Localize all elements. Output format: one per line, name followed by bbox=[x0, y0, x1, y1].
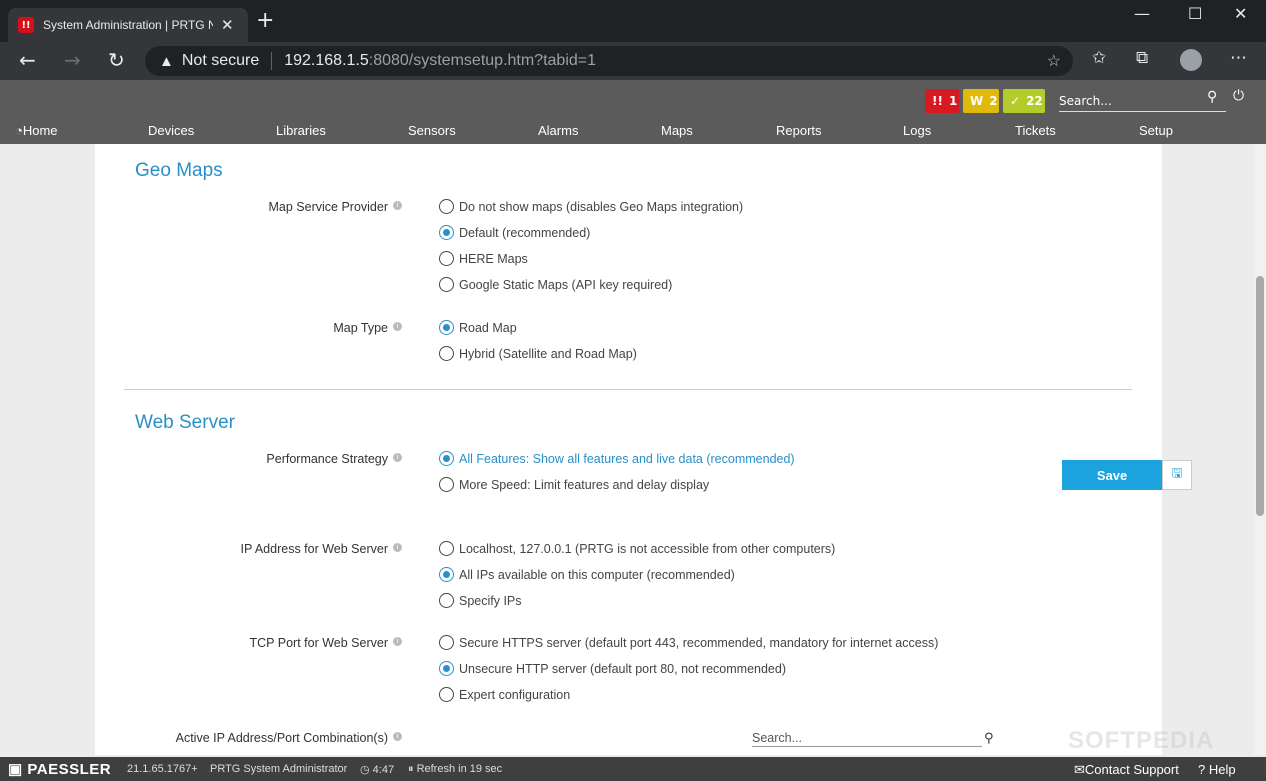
radio-port-expert[interactable]: Expert configuration bbox=[439, 687, 570, 702]
minimize-icon[interactable]: — bbox=[1134, 4, 1150, 23]
maximize-icon[interactable]: ☐ bbox=[1188, 4, 1202, 23]
main-nav: ◔Home Devices Libraries Sensors Alarms M… bbox=[0, 120, 1266, 142]
radio-ip-localhost[interactable]: Localhost, 127.0.0.1 (PRTG is not access… bbox=[439, 541, 835, 556]
ip-address-label: IP Address for Web Server i bbox=[102, 542, 402, 556]
info-icon: i bbox=[393, 732, 402, 741]
radio-perf-all-features[interactable]: All Features: Show all features and live… bbox=[439, 451, 795, 466]
nav-logs[interactable]: Logs bbox=[903, 123, 931, 138]
omnibox-separator bbox=[271, 52, 273, 70]
footer-bar: ▣ PAESSLER 21.1.65.1767+ PRTG System Adm… bbox=[0, 757, 1266, 781]
scroll-thumb[interactable] bbox=[1256, 276, 1264, 516]
radio-port-http[interactable]: Unsecure HTTP server (default port 80, n… bbox=[439, 661, 786, 676]
help-icon: ? bbox=[1198, 762, 1206, 777]
save-disk-icon[interactable]: 🖫 bbox=[1162, 460, 1192, 490]
exclamation-icon: !! bbox=[932, 94, 943, 108]
nav-tickets[interactable]: Tickets bbox=[1015, 123, 1056, 138]
browser-tab-bar: !! System Administration | PRTG Ne ✕ + —… bbox=[0, 0, 1266, 42]
paessler-logo: ▣ PAESSLER bbox=[8, 761, 112, 778]
nav-home[interactable]: ◔Home bbox=[15, 123, 58, 138]
tcp-port-label: TCP Port for Web Server i bbox=[102, 636, 402, 650]
radio-ip-specify[interactable]: Specify IPs bbox=[439, 593, 522, 608]
radio-perf-more-speed[interactable]: More Speed: Limit features and delay dis… bbox=[439, 477, 709, 492]
page-scrollbar[interactable] bbox=[1254, 144, 1266, 755]
info-icon: i bbox=[393, 453, 402, 462]
radio-provider-default[interactable]: Default (recommended) bbox=[439, 225, 590, 240]
radio-provider-none[interactable]: Do not show maps (disables Geo Maps inte… bbox=[439, 199, 743, 214]
clock-icon: ◷ bbox=[360, 764, 370, 776]
alarm-warning-badge[interactable]: W2 bbox=[963, 89, 999, 113]
clock-time: ◷ 4:47 bbox=[360, 764, 395, 776]
radio-type-hybrid[interactable]: Hybrid (Satellite and Road Map) bbox=[439, 346, 637, 361]
alarm-down-count: 1 bbox=[948, 94, 958, 108]
home-icon: ◔ bbox=[15, 123, 23, 138]
map-provider-label: Map Service Provider i bbox=[102, 200, 402, 214]
save-button[interactable]: Save bbox=[1062, 460, 1162, 490]
back-icon[interactable]: ← bbox=[19, 50, 36, 70]
radio-ip-all[interactable]: All IPs available on this computer (reco… bbox=[439, 567, 735, 582]
alarm-down-badge[interactable]: !! 1 bbox=[925, 89, 959, 113]
performance-strategy-label: Performance Strategy i bbox=[102, 452, 402, 466]
warning-letter: W bbox=[970, 94, 984, 108]
security-label: Not secure bbox=[181, 52, 260, 69]
nav-devices[interactable]: Devices bbox=[148, 123, 194, 138]
info-icon: i bbox=[393, 322, 402, 331]
new-tab-icon[interactable]: + bbox=[256, 10, 274, 32]
prtg-header: !! 1 W2 ✓ 22 Search... ⚲ ⏻ ◔Home Devices L… bbox=[0, 80, 1266, 144]
active-combinations-label: Active IP Address/Port Combination(s) i bbox=[102, 731, 402, 745]
check-icon: ✓ bbox=[1010, 94, 1021, 108]
alarm-up-badge[interactable]: ✓ 22 bbox=[1003, 89, 1045, 113]
section-divider bbox=[124, 389, 1132, 390]
browser-tab[interactable]: !! System Administration | PRTG Ne ✕ bbox=[8, 8, 248, 42]
alarm-warning-count: 2 bbox=[989, 94, 998, 108]
nav-sensors[interactable]: Sensors bbox=[408, 123, 456, 138]
tab-title: System Administration | PRTG Ne bbox=[43, 18, 213, 32]
user-text[interactable]: PRTG System Administrator bbox=[210, 763, 347, 775]
close-window-icon[interactable]: ✕ bbox=[1234, 4, 1247, 23]
logout-icon[interactable]: ⏻ bbox=[1233, 88, 1244, 104]
version-text: 21.1.65.1767+ bbox=[127, 763, 198, 775]
search-icon[interactable]: ⚲ bbox=[984, 731, 994, 746]
combinations-search-input[interactable]: Search... bbox=[752, 731, 982, 747]
mail-icon: ✉ bbox=[1074, 762, 1085, 777]
pause-icon: ⏸ bbox=[408, 763, 414, 775]
add-favorite-icon[interactable]: ☆ bbox=[1047, 51, 1061, 71]
paessler-mark-icon: ▣ bbox=[8, 761, 23, 778]
reload-icon[interactable]: ↻ bbox=[108, 50, 125, 70]
info-icon: i bbox=[393, 543, 402, 552]
info-icon: i bbox=[393, 201, 402, 210]
radio-port-https[interactable]: Secure HTTPS server (default port 443, r… bbox=[439, 635, 938, 650]
contact-support-link[interactable]: ✉Contact Support bbox=[1074, 762, 1179, 778]
tab-close-icon[interactable]: ✕ bbox=[221, 17, 234, 33]
collections-icon[interactable]: ⧉ bbox=[1136, 50, 1148, 67]
alarm-up-count: 22 bbox=[1026, 94, 1043, 108]
radio-type-road[interactable]: Road Map bbox=[439, 320, 517, 335]
info-icon: i bbox=[393, 637, 402, 646]
radio-provider-here[interactable]: HERE Maps bbox=[439, 251, 528, 266]
url-host: 192.168.1.5 bbox=[284, 52, 369, 69]
warning-icon: ▲ bbox=[159, 52, 174, 70]
nav-libraries[interactable]: Libraries bbox=[276, 123, 326, 138]
browser-toolbar: ← → ↻ ▲ Not secure 192.168.1.5:8080/syst… bbox=[0, 42, 1266, 80]
map-type-label: Map Type i bbox=[102, 321, 402, 335]
address-bar[interactable]: ▲ Not secure 192.168.1.5:8080/systemsetu… bbox=[145, 46, 1073, 76]
radio-provider-google[interactable]: Google Static Maps (API key required) bbox=[439, 277, 672, 292]
profile-avatar[interactable] bbox=[1180, 49, 1202, 71]
nav-reports[interactable]: Reports bbox=[776, 123, 822, 138]
header-search-input[interactable]: Search... bbox=[1059, 92, 1226, 112]
search-icon[interactable]: ⚲ bbox=[1207, 89, 1217, 105]
watermark-text: SOFTPEDIA bbox=[1068, 727, 1215, 754]
forward-icon[interactable]: → bbox=[64, 50, 81, 70]
prtg-favicon-icon: !! bbox=[18, 17, 34, 33]
web-server-title: Web Server bbox=[135, 412, 235, 433]
help-link[interactable]: ? Help bbox=[1198, 762, 1236, 777]
nav-setup[interactable]: Setup bbox=[1139, 123, 1173, 138]
geo-maps-title: Geo Maps bbox=[135, 160, 223, 181]
nav-alarms[interactable]: Alarms bbox=[538, 123, 578, 138]
refresh-status[interactable]: ⏸ Refresh in 19 sec bbox=[408, 763, 502, 776]
more-menu-icon[interactable]: ⋯ bbox=[1230, 50, 1247, 67]
nav-maps[interactable]: Maps bbox=[661, 123, 693, 138]
url-path: :8080/systemsetup.htm?tabid=1 bbox=[368, 52, 597, 69]
favorites-icon[interactable]: ✩ bbox=[1092, 50, 1106, 67]
